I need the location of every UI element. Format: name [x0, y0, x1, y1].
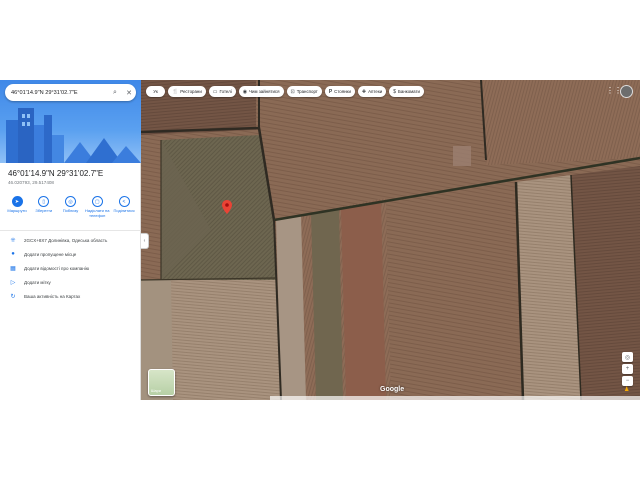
satellite-imagery — [141, 80, 640, 400]
hotel-icon: ▭ — [212, 88, 218, 95]
decimal-coordinates: 46.020793, 29.517408 — [8, 180, 54, 185]
transit-icon: ⊡ — [290, 88, 295, 95]
chip-label: Транспорт — [296, 89, 318, 94]
share-icon: < — [118, 196, 130, 207]
bookmark-icon: ▯ — [38, 196, 50, 207]
restaurant-icon: 🍴 — [172, 88, 179, 95]
share-button[interactable]: < Поділитися — [111, 196, 137, 226]
chip-label: Аптеки — [368, 89, 383, 94]
action-label: Маршрути — [7, 208, 27, 213]
search-input[interactable]: 46°01'14.9"N 29°31'02.7"E — [11, 90, 108, 96]
chip-label: Чим зайнятися — [249, 89, 280, 94]
chip-parking[interactable]: P Стоянки — [324, 86, 355, 97]
save-button[interactable]: ▯ Зберегти — [31, 196, 57, 226]
chip-atm[interactable]: $ Банкомати — [389, 86, 424, 97]
nearby-icon: ◎ — [65, 196, 76, 207]
divider — [0, 230, 141, 231]
add-business-icon: ▦ — [10, 265, 16, 272]
info-text: Ваша активність на Картах — [24, 293, 81, 299]
chip-label: Ресторани — [180, 89, 202, 94]
directions-icon: ➤ — [11, 196, 23, 207]
chip-menu-label: Ук — [153, 89, 158, 94]
place-title: 46°01'14.9"N 29°31'02.7"E — [8, 169, 104, 178]
send-to-phone-icon: ▢ — [91, 196, 103, 207]
directions-button[interactable]: ➤ Маршрути — [4, 196, 30, 226]
category-chips: Ук 🍴 Ресторани ▭ Готелі ◉ Чим зайнятися … — [146, 86, 424, 98]
info-text: Додати мітку — [24, 279, 51, 285]
info-add-business[interactable]: ▦ Додати відомості про компанію — [9, 263, 89, 273]
close-icon[interactable]: ✕ — [122, 86, 136, 100]
chip-restaurants[interactable]: 🍴 Ресторани — [168, 86, 206, 97]
apps-grid-icon[interactable]: ⋮⋮ — [606, 86, 622, 96]
chip-label: Готелі — [219, 89, 232, 94]
action-label: Зберегти — [35, 208, 53, 213]
my-location-icon[interactable]: ◎ — [622, 352, 633, 362]
history-icon: ↻ — [10, 293, 16, 300]
parking-icon: P — [328, 88, 333, 95]
action-label: Поділитися — [113, 208, 135, 213]
chip-pharmacy[interactable]: ✚ Аптеки — [357, 86, 387, 97]
nearby-button[interactable]: ◎ Поблизу — [58, 196, 84, 226]
map-footer-bar — [270, 396, 640, 400]
chip-label: Банкомати — [398, 89, 420, 94]
chevron-left-icon: ‹ — [143, 238, 146, 244]
place-sidebar: 46°01'14.9"N 29°31'02.7"E ⌕ ✕ 46°01'14.9… — [0, 80, 141, 400]
info-text: 2GCX+8X7 Долинівка, Одеська область — [24, 237, 108, 243]
zoom-in-button[interactable]: + — [622, 364, 633, 374]
account-avatar[interactable] — [620, 85, 633, 98]
location-pin[interactable] — [222, 200, 232, 219]
attractions-icon: ◉ — [242, 88, 248, 95]
chip-attractions[interactable]: ◉ Чим зайнятися — [238, 86, 284, 97]
info-text: Додати пропущене місце — [24, 251, 77, 257]
chip-label: Стоянки — [334, 89, 351, 94]
pegman-icon[interactable]: ♟ — [624, 386, 631, 395]
hero-image: 46°01'14.9"N 29°31'02.7"E ⌕ ✕ — [0, 80, 141, 163]
plus-code-icon: ⁜ — [10, 237, 16, 244]
search-box[interactable]: 46°01'14.9"N 29°31'02.7"E ⌕ ✕ — [5, 84, 136, 101]
maps-frame: Ук 🍴 Ресторани ▭ Готелі ◉ Чим зайнятися … — [0, 80, 640, 400]
chip-hotels[interactable]: ▭ Готелі — [208, 86, 236, 97]
chip-menu-button[interactable]: Ук — [146, 86, 165, 97]
info-text: Додати відомості про компанію — [24, 265, 90, 271]
collapse-panel-button[interactable]: ‹ — [141, 233, 149, 249]
action-label: Поблизу — [62, 208, 79, 213]
google-logo: Google — [380, 386, 405, 393]
pin-icon — [222, 200, 232, 214]
chip-transit[interactable]: ⊡ Транспорт — [286, 86, 322, 97]
layers-label: Шари — [151, 389, 161, 393]
info-activity[interactable]: ↻ Ваша активність на Картах — [9, 291, 80, 301]
satellite-map[interactable] — [141, 80, 640, 400]
action-label: Надіслати на телефон — [85, 208, 110, 218]
zoom-out-button[interactable]: − — [622, 376, 633, 386]
send-to-phone-button[interactable]: ▢ Надіслати на телефон — [84, 196, 110, 226]
atm-icon: $ — [393, 88, 396, 95]
label-icon: ▷ — [10, 279, 16, 286]
pharmacy-icon: ✚ — [361, 88, 367, 95]
info-add-label[interactable]: ▷ Додати мітку — [9, 277, 51, 287]
search-icon[interactable]: ⌕ — [108, 86, 122, 100]
info-add-place[interactable]: ● Додати пропущене місце — [9, 249, 76, 259]
add-place-icon: ● — [11, 251, 15, 257]
layers-button[interactable]: Шари — [148, 369, 175, 396]
action-buttons: ➤ Маршрути ▯ Зберегти ◎ Поблизу ▢ Надісл… — [4, 196, 137, 226]
info-plus-code[interactable]: ⁜ 2GCX+8X7 Долинівка, Одеська область — [9, 235, 107, 245]
